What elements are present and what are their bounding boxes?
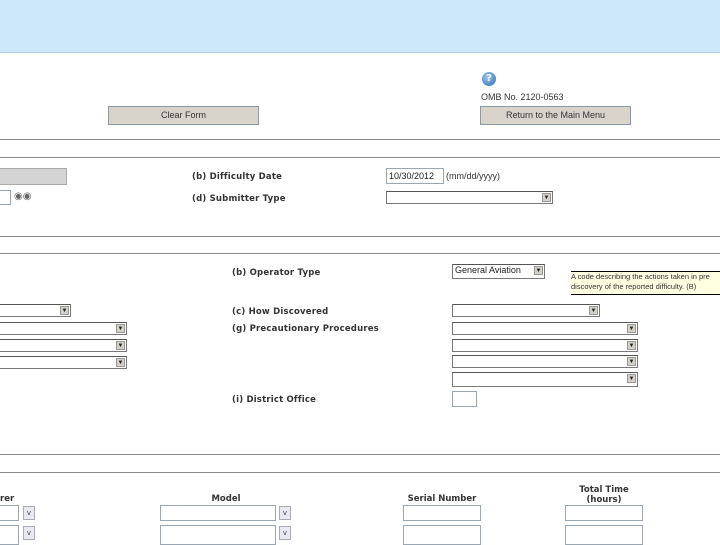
precautionary-select-3[interactable]: ▼ xyxy=(452,355,638,368)
divider xyxy=(0,253,720,254)
model-dropdown-2[interactable]: v xyxy=(279,526,291,540)
divider xyxy=(0,454,720,455)
binoculars-icon[interactable]: ◉◉ xyxy=(14,191,31,202)
total-time-input-1[interactable] xyxy=(565,505,643,521)
total-time-header: Total Time (hours) xyxy=(579,485,629,505)
serial-number-header: Serial Number xyxy=(407,494,477,504)
divider xyxy=(0,236,720,237)
district-office-label: (i) District Office xyxy=(232,395,317,405)
chevron-down-icon: ▼ xyxy=(627,341,636,350)
chevron-down-icon: ▼ xyxy=(589,306,598,315)
date-format-hint: (mm/dd/yyyy) xyxy=(446,171,500,181)
top-banner xyxy=(0,0,720,53)
precautionary-select-4[interactable]: ▼ xyxy=(452,372,638,387)
manufacturer-input-2[interactable] xyxy=(0,525,19,545)
tooltip: A code describing the actions taken in p… xyxy=(571,271,720,295)
submitter-type-select[interactable]: ▼ xyxy=(386,191,553,204)
difficulty-date-label: (b) Difficulty Date xyxy=(192,172,283,182)
model-header: Model xyxy=(211,494,241,504)
help-icon[interactable]: ? xyxy=(482,72,496,86)
return-main-menu-button[interactable]: Return to the Main Menu xyxy=(480,106,631,125)
omb-number: OMB No. 2120-0563 xyxy=(481,92,564,102)
lookup-input[interactable] xyxy=(0,190,11,205)
chevron-down-icon: ▼ xyxy=(116,358,125,367)
model-input-1[interactable] xyxy=(160,505,276,521)
manufacturer-input-1[interactable] xyxy=(0,505,19,521)
operator-type-select[interactable]: General Aviation ▼ xyxy=(452,264,545,279)
chevron-down-icon: ▼ xyxy=(627,374,636,383)
clear-form-button[interactable]: Clear Form xyxy=(108,106,259,125)
chevron-down-icon: ▼ xyxy=(60,306,69,315)
chevron-down-icon: ▼ xyxy=(542,193,551,202)
how-discovered-label: (c) How Discovered xyxy=(232,307,329,317)
chevron-down-icon: ▼ xyxy=(116,341,125,350)
submitter-type-label: (d) Submitter Type xyxy=(192,194,286,204)
operator-type-label: (b) Operator Type xyxy=(232,268,321,278)
precautionary-select-1[interactable]: ▼ xyxy=(452,322,638,335)
total-time-input-2[interactable] xyxy=(565,525,643,545)
serial-number-input-2[interactable] xyxy=(403,525,481,545)
chevron-down-icon: ▼ xyxy=(534,266,543,275)
precautionary-select-2[interactable]: ▼ xyxy=(452,339,638,352)
precautionary-procedures-label: (g) Precautionary Procedures xyxy=(232,324,379,334)
model-dropdown-1[interactable]: v xyxy=(279,506,291,520)
disabled-field xyxy=(0,168,67,185)
left-select-1[interactable]: ▼ xyxy=(0,304,71,317)
chevron-down-icon: ▼ xyxy=(116,324,125,333)
how-discovered-select[interactable]: ▼ xyxy=(452,304,600,317)
district-office-input[interactable] xyxy=(452,391,477,407)
manufacturer-dropdown-2[interactable]: v xyxy=(23,526,35,540)
operator-type-value: General Aviation xyxy=(455,265,521,275)
left-select-2[interactable]: ▼ xyxy=(0,322,127,335)
manufacturer-header: rer xyxy=(0,494,15,504)
serial-number-input-1[interactable] xyxy=(403,505,481,521)
chevron-down-icon: ▼ xyxy=(627,324,636,333)
chevron-down-icon: ▼ xyxy=(627,357,636,366)
divider xyxy=(0,472,720,473)
left-select-4[interactable]: ▼ xyxy=(0,356,127,369)
divider xyxy=(0,157,720,158)
left-select-3[interactable]: ▼ xyxy=(0,339,127,352)
model-input-2[interactable] xyxy=(160,525,276,545)
manufacturer-dropdown-1[interactable]: v xyxy=(23,506,35,520)
difficulty-date-input[interactable]: 10/30/2012 xyxy=(386,168,444,184)
divider xyxy=(0,139,720,140)
